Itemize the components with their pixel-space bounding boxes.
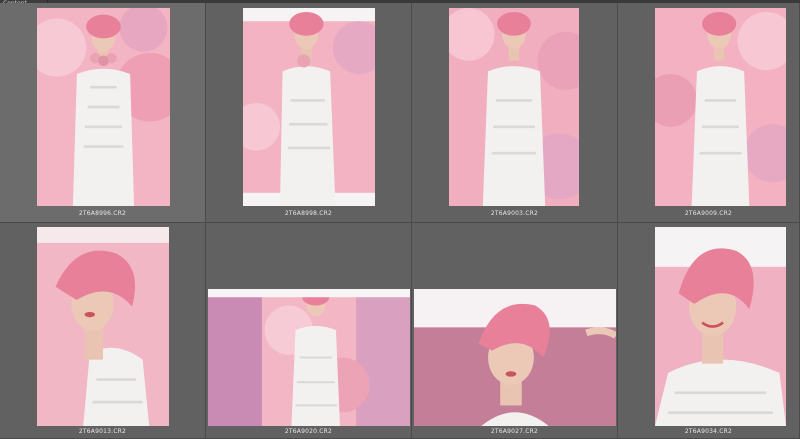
thumbnail-image[interactable]: [37, 8, 170, 206]
thumbnail-image[interactable]: [449, 8, 579, 206]
thumbnail-image[interactable]: [243, 8, 375, 206]
thumbnail-cell[interactable]: 2T6A9003.CR2: [412, 3, 618, 223]
thumbnail-image[interactable]: [414, 289, 616, 426]
thumbnail-filename: 2T6A9009.CR2: [684, 210, 733, 217]
thumbnail-cell[interactable]: 2T6A9009.CR2: [618, 3, 800, 223]
thumbnail-filename: 2T6A8996.CR2: [78, 210, 127, 217]
thumbnail-image[interactable]: [655, 227, 786, 426]
thumbnail-filename: 2T6A9027.CR2: [490, 428, 539, 435]
thumbnail-image[interactable]: [37, 227, 169, 426]
thumbnail-cell[interactable]: 2T6A8998.CR2: [206, 3, 412, 223]
thumbnail-image[interactable]: [208, 289, 410, 426]
thumbnail-filename: 2T6A9020.CR2: [284, 428, 333, 435]
thumbnail-cell[interactable]: 2T6A9027.CR2: [412, 223, 618, 439]
thumbnail-image[interactable]: [655, 8, 786, 206]
content-thumbnail-grid: 2T6A8996.CR2 2T6A8998.CR2 2T6A9003.CR2 2…: [0, 3, 800, 439]
thumbnail-filename: 2T6A9034.CR2: [684, 428, 733, 435]
thumbnail-filename: 2T6A9013.CR2: [78, 428, 127, 435]
thumbnail-cell[interactable]: 2T6A8996.CR2: [0, 3, 206, 223]
thumbnail-cell[interactable]: 2T6A9013.CR2: [0, 223, 206, 439]
thumbnail-filename: 2T6A9003.CR2: [490, 210, 539, 217]
thumbnail-cell[interactable]: 2T6A9020.CR2: [206, 223, 412, 439]
thumbnail-filename: 2T6A8998.CR2: [284, 210, 333, 217]
thumbnail-cell[interactable]: 2T6A9034.CR2: [618, 223, 800, 439]
